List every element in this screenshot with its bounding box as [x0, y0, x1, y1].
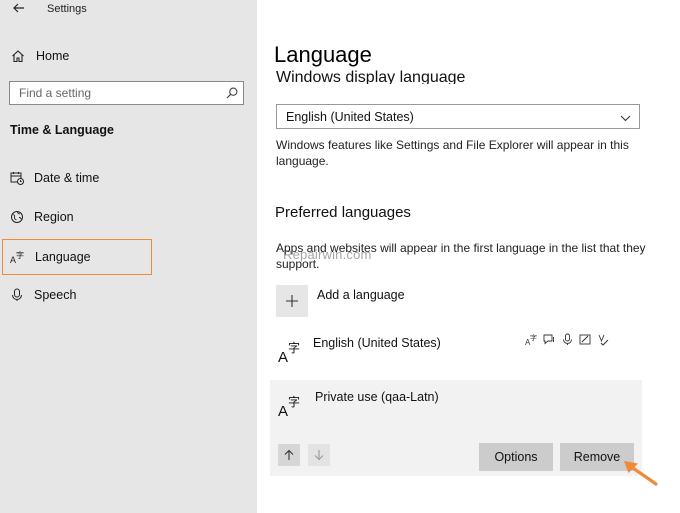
options-button[interactable]: Options — [479, 443, 553, 471]
section-title: Time & Language — [10, 123, 114, 137]
svg-text:A: A — [278, 403, 288, 418]
calendar-clock-icon — [9, 171, 25, 185]
svg-text:字: 字 — [288, 340, 300, 355]
language-name: English (United States) — [313, 336, 441, 350]
app-title: Settings — [47, 3, 87, 15]
arrow-up-icon — [284, 449, 294, 460]
language-name: Private use (qaa-Latn) — [315, 390, 439, 404]
move-down-button[interactable] — [308, 444, 330, 466]
text-to-speech-icon — [543, 333, 556, 346]
sidebar-item-speech[interactable]: Speech — [2, 277, 152, 313]
home-label: Home — [36, 49, 70, 63]
display-language-value: English (United States) — [286, 109, 414, 124]
back-arrow-icon — [13, 3, 24, 13]
svg-text:字: 字 — [288, 394, 300, 409]
sidebar-item-label: Region — [34, 210, 74, 224]
language-features: A字 — [525, 333, 610, 346]
page-title: Language — [274, 42, 372, 67]
svg-text:A: A — [278, 349, 288, 364]
sidebar: Settings Home Time & Language Date & tim… — [0, 0, 257, 513]
back-button[interactable] — [8, 0, 30, 20]
sidebar-item-date-time[interactable]: Date & time — [2, 160, 152, 196]
search-box[interactable] — [9, 81, 244, 105]
preferred-languages-heading: Preferred languages — [275, 204, 411, 221]
main-content: Language Windows display language Englis… — [257, 0, 680, 513]
move-up-button[interactable] — [278, 444, 300, 466]
language-glyph-icon: A字 — [278, 338, 304, 369]
language-glyph-icon: A字 — [278, 392, 304, 423]
preferred-languages-description: Apps and websites will appear in the fir… — [276, 241, 646, 271]
sidebar-item-label: Date & time — [34, 171, 100, 185]
svg-text:字: 字 — [16, 250, 24, 260]
globe-icon — [9, 210, 25, 224]
home-nav-item[interactable]: Home — [10, 45, 240, 67]
display-language-heading: Windows display language — [276, 69, 466, 84]
search-input[interactable] — [10, 82, 221, 104]
display-language-description: Windows features like Settings and File … — [276, 138, 629, 168]
sidebar-item-label: Speech — [34, 288, 77, 302]
sidebar-item-label: Language — [35, 250, 91, 264]
svg-text:字: 字 — [530, 333, 537, 342]
display-language-dropdown[interactable]: English (United States) — [276, 104, 640, 129]
arrow-down-icon — [314, 450, 324, 461]
language-list-item-selected[interactable]: A字 Private use (qaa-Latn) Options Remove — [270, 380, 642, 476]
add-language-button[interactable]: Add a language — [276, 285, 405, 317]
chevron-down-icon — [620, 111, 631, 125]
sidebar-item-region[interactable]: Region — [2, 199, 152, 235]
speech-recognition-icon — [561, 333, 574, 346]
spell-check-icon — [597, 333, 610, 346]
sidebar-item-language[interactable]: A字 Language — [2, 239, 152, 275]
display-language-feature-icon: A字 — [525, 333, 538, 346]
handwriting-icon — [579, 333, 592, 346]
add-language-label: Add a language — [317, 288, 405, 302]
language-icon: A字 — [10, 250, 26, 264]
search-icon[interactable] — [221, 87, 243, 99]
plus-icon — [276, 285, 308, 317]
remove-button[interactable]: Remove — [560, 443, 634, 471]
microphone-icon — [9, 288, 25, 302]
home-icon — [10, 49, 26, 63]
